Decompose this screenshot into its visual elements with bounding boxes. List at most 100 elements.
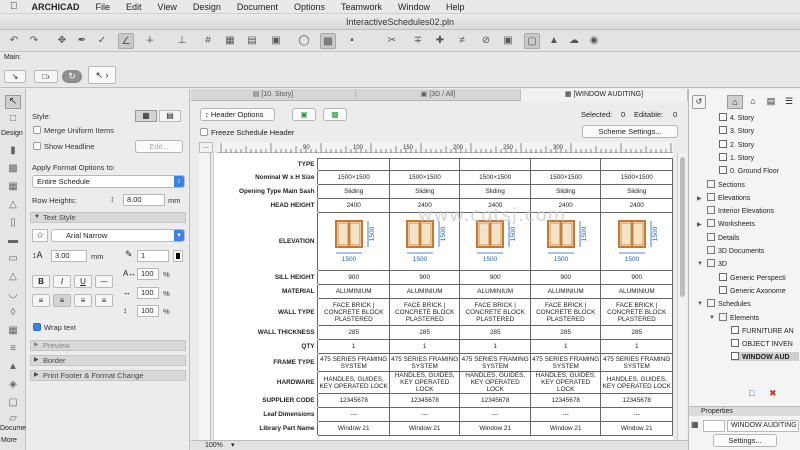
schedule-cell[interactable]: 12345678 [529, 393, 602, 408]
align-left-icon[interactable]: ≡ [32, 294, 50, 307]
arrow-tool-icon[interactable]: ↖ [5, 95, 21, 109]
schedule-cell[interactable]: 1500×1500 [317, 170, 390, 185]
roof-tool-icon[interactable]: △ [5, 271, 21, 285]
schedule-cell[interactable]: --- [600, 407, 673, 422]
schedule-cell[interactable]: 900 [388, 270, 461, 285]
layout-book-icon[interactable]: ▤ [763, 95, 779, 109]
project-map-icon[interactable]: ⌂ [727, 95, 743, 109]
more-section-label[interactable]: More [1, 437, 17, 444]
schedule-cell[interactable]: 12345678 [317, 393, 390, 408]
zoom-chevron-icon[interactable]: ▾ [231, 441, 235, 450]
shell-tool-icon[interactable]: ◡ [5, 289, 21, 303]
pick-up-icon[interactable]: ✒ [74, 33, 90, 49]
redo-icon[interactable]: ↷ [26, 33, 42, 49]
object-tool-icon[interactable]: △ [5, 199, 21, 213]
schedule-cell[interactable]: 12345678 [388, 393, 461, 408]
pen-color-swatch[interactable] [173, 250, 183, 262]
offset-icon[interactable]: ≠ [454, 33, 470, 49]
disclosure-open-icon[interactable]: ▼ [697, 301, 703, 307]
vertical-scrollbar[interactable] [677, 153, 687, 440]
schedule-cell[interactable]: 1 [459, 339, 531, 354]
cloud-icon[interactable]: ☁ [566, 33, 582, 49]
schedule-cell[interactable]: Sliding [388, 184, 461, 199]
menu-file[interactable]: File [88, 2, 119, 12]
schedule-cell[interactable]: 900 [529, 270, 602, 285]
navigator-item[interactable]: Elements [719, 312, 799, 322]
disclosure-closed-icon[interactable]: ▶ [697, 221, 702, 228]
bold-button[interactable]: B [32, 275, 50, 288]
zoom-level[interactable]: 100% [205, 441, 223, 450]
schedule-cell[interactable]: Sliding [529, 184, 602, 199]
show-headline-checkbox[interactable] [33, 142, 41, 150]
schedule-cell[interactable]: 900 [317, 270, 390, 285]
schedule-cell[interactable]: 1 [388, 339, 461, 354]
schedule-cell[interactable] [529, 158, 602, 171]
wall-tool-icon[interactable]: ▮ [5, 145, 21, 159]
snap-points-icon[interactable]: ∔ [142, 33, 158, 49]
schedule-cell[interactable]: --- [388, 407, 461, 422]
stair-tool-icon[interactable]: ≡ [5, 343, 21, 357]
inject-icon[interactable]: ✓ [94, 33, 110, 49]
ruler-options-button[interactable]: ... [199, 142, 213, 153]
navigator-item[interactable]: 3D Documents [707, 246, 799, 255]
align-justify-icon[interactable]: ≡ [95, 294, 113, 307]
width-factor-input[interactable]: 100 [137, 268, 159, 280]
schedule-cell[interactable]: ALUMINIUM [459, 284, 531, 299]
snap-guides-icon[interactable]: ∠ [118, 33, 134, 49]
arrow-tool-dropdown[interactable]: ↘ [4, 70, 26, 83]
cut-icon[interactable]: ✂ [384, 33, 400, 49]
schedule-cell[interactable]: 1500×1500 [459, 170, 531, 185]
schedule-cell[interactable]: ALUMINIUM [317, 284, 390, 299]
schedule-cell[interactable]: 1 [600, 339, 673, 354]
navigator-item[interactable]: Schedules [707, 299, 799, 308]
edit-headline-button[interactable]: Edit... [135, 140, 183, 153]
schedule-cell[interactable]: FACE BRICK | CONCRETE BLOCK PLASTERED [600, 298, 673, 326]
view-icon[interactable]: ◯ [296, 33, 312, 49]
spacing-factor-input[interactable]: 100 [137, 287, 159, 299]
row-heights-input[interactable]: 8.00 [123, 194, 165, 206]
disclosure-open-icon[interactable]: ▼ [709, 315, 715, 321]
schedule-cell[interactable]: Window 21 [529, 421, 602, 436]
schedule-cell[interactable]: --- [317, 407, 390, 422]
italic-button[interactable]: I [53, 275, 71, 288]
undo-icon[interactable]: ↶ [6, 33, 22, 49]
schedule-cell[interactable]: ALUMINIUM [388, 284, 461, 299]
app-menu[interactable]: ARCHICAD [24, 2, 88, 12]
navigator-item[interactable]: OBJECT INVEN [731, 339, 799, 348]
apply-format-select[interactable]: Entire Schedule ↕ [32, 175, 185, 188]
navigator-item[interactable]: 3D [707, 259, 799, 268]
marquee-icon[interactable]: ▢ [524, 33, 540, 49]
schedule-cell[interactable] [459, 158, 531, 171]
gravity-icon[interactable]: ⊥ [174, 33, 190, 49]
navigator-item[interactable]: FURNITURE AN [731, 325, 799, 335]
new-view-icon[interactable]: □ [749, 388, 761, 400]
adjust-icon[interactable]: ∓ [410, 33, 426, 49]
menu-teamwork[interactable]: Teamwork [333, 2, 390, 12]
schedule-cell[interactable]: Window 21 [388, 421, 461, 436]
schedule-cell[interactable]: Sliding [317, 184, 390, 199]
schedule-cell[interactable]: HANDLES, GUIDES, KEY OPERATED LOCK [388, 371, 461, 394]
properties-id-field[interactable] [703, 420, 725, 432]
mirror-icon[interactable]: ▣ [500, 33, 516, 49]
schedule-cell[interactable] [388, 158, 461, 171]
schedule-cell[interactable]: 2400 [317, 198, 390, 213]
align-icon[interactable]: ▤ [244, 33, 260, 49]
schedule-cell[interactable]: 285 [529, 325, 602, 340]
schedule-cell[interactable]: --- [459, 407, 531, 422]
elevation-cell[interactable]: 1500 1500 [600, 212, 673, 271]
pet-palette-icon[interactable]: ✥ [54, 33, 70, 49]
schedule-cell[interactable]: ALUMINIUM [529, 284, 602, 299]
layers-icon[interactable]: ▦ [222, 33, 238, 49]
schedule-cell[interactable]: 285 [388, 325, 461, 340]
navigator-item[interactable]: 1. Story [719, 152, 799, 162]
slab-tool-icon[interactable]: ▭ [5, 253, 21, 267]
add-field-icon[interactable]: ▣ [292, 108, 316, 121]
beam-tool-icon[interactable]: ▬ [5, 235, 21, 249]
delete-view-icon[interactable]: ✖ [769, 388, 781, 400]
schedule-cell[interactable]: Window 21 [459, 421, 531, 436]
font-size-input[interactable]: 3.00 [51, 250, 87, 262]
schedule-cell[interactable]: Window 21 [317, 421, 390, 436]
navigator-item[interactable]: Interior Elevations [707, 206, 799, 215]
scrollbar-thumb[interactable] [680, 157, 685, 297]
render-icon[interactable]: ◉ [586, 33, 602, 49]
